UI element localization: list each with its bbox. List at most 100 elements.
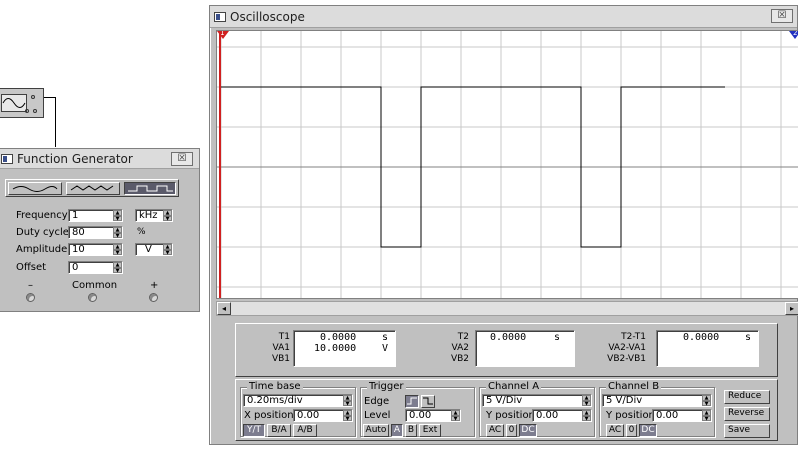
diff-readout: T2-T1 VA2-VA1 VB2-VB1 0.0000 s xyxy=(596,324,776,374)
sine-wave-icon xyxy=(12,186,58,192)
timebase-spinner[interactable]: ▲ ▼ xyxy=(343,395,352,406)
frequency-value: 1 xyxy=(72,210,79,221)
horizontal-scrollbar[interactable]: ◂ ▸ xyxy=(216,301,798,316)
scroll-left-button[interactable]: ◂ xyxy=(217,302,231,315)
trigger-a-button[interactable]: A xyxy=(391,424,403,437)
close-button[interactable]: ☒ xyxy=(771,9,793,23)
rising-edge-button[interactable] xyxy=(405,395,419,408)
channel-a-dc-button[interactable]: DC xyxy=(519,424,537,437)
level-spinner[interactable]: ▲ ▼ xyxy=(451,410,460,421)
channel-a-ypos-spinner[interactable]: ▲ ▼ xyxy=(582,410,591,421)
channel-a-scale-spinner[interactable]: ▲ ▼ xyxy=(582,395,591,406)
trigger-ext-button[interactable]: Ext xyxy=(419,424,441,437)
window-icon xyxy=(214,11,226,22)
channel-a-zero-label: 0 xyxy=(508,425,515,435)
channel-b-group: Channel B 5 V/Div ▲ ▼ Y position 0.00 ▲ ▼ … xyxy=(599,381,715,437)
channel-b-ac-button[interactable]: AC xyxy=(606,424,624,437)
terminal-common[interactable] xyxy=(88,293,97,302)
frequency-unit-select[interactable]: kHz ▲ ▼ xyxy=(135,209,173,222)
channel-b-ac-label: AC xyxy=(608,425,622,435)
frequency-unit-spinner[interactable]: ▲ ▼ xyxy=(163,210,172,221)
timebase-label: Time base xyxy=(247,381,303,392)
terminal-minus[interactable] xyxy=(26,293,35,302)
amplitude-unit-select[interactable]: V ▲ ▼ xyxy=(135,243,173,256)
offset-spinner[interactable]: ▲ ▼ xyxy=(113,262,122,273)
window-title: Function Generator xyxy=(17,151,133,166)
scope-screen[interactable]: 1 2 xyxy=(216,30,798,299)
offset-label: Offset xyxy=(16,262,47,273)
t1-time-unit: s xyxy=(382,332,389,343)
timebase-select[interactable]: 0.20ms/div ▲ ▼ xyxy=(243,394,353,407)
t2-readout: T2 VA2 VB2 0.0000 s xyxy=(416,324,596,374)
square-wave-button[interactable] xyxy=(124,182,176,195)
t2-t1-label: T2-T1 xyxy=(621,332,646,342)
va2-label: VA2 xyxy=(451,343,469,353)
channel-a-scale: 5 V/Div xyxy=(486,395,523,406)
save-label: Save xyxy=(728,425,751,435)
function-generator-symbol[interactable] xyxy=(0,88,44,118)
frequency-input[interactable]: 1 ▲ ▼ xyxy=(68,209,123,222)
channel-a-ypos-input[interactable]: 0.00 ▲ ▼ xyxy=(532,409,592,422)
va1-value: 10.0000 xyxy=(314,343,357,354)
mode-ba-button[interactable]: B/A xyxy=(267,424,291,437)
channel-b-ypos-spinner[interactable]: ▲ ▼ xyxy=(702,410,711,421)
sine-wave-button[interactable] xyxy=(8,182,62,195)
duty-cycle-input[interactable]: 80 ▲ ▼ xyxy=(68,226,123,239)
mode-ab-button[interactable]: A/B xyxy=(293,424,317,437)
rising-edge-icon xyxy=(407,397,417,405)
trigger-b-button[interactable]: B xyxy=(405,424,417,437)
channel-b-scale-spinner[interactable]: ▲ ▼ xyxy=(702,395,711,406)
mode-yt-button[interactable]: Y/T xyxy=(243,424,265,437)
duty-cycle-label: Duty cycle xyxy=(16,227,69,238)
t2-label: T2 xyxy=(457,332,469,342)
trigger-label: Trigger xyxy=(367,381,406,392)
terminal-plus-label: + xyxy=(150,280,159,291)
waveform-selector xyxy=(5,179,179,197)
amplitude-spinner[interactable]: ▲ ▼ xyxy=(113,244,122,255)
terminal-plus[interactable] xyxy=(149,293,158,302)
channel-b-zero-button[interactable]: 0 xyxy=(626,424,637,437)
scroll-right-button[interactable]: ▸ xyxy=(785,302,798,315)
t2-display: 0.0000 s xyxy=(475,330,575,367)
readout-panel: T1 VA1 VB1 0.0000 s 10.0000 V T2 VA2 VB2… xyxy=(235,323,778,377)
triangle-wave-button[interactable] xyxy=(66,182,120,195)
channel-a-label: Channel A xyxy=(486,381,542,392)
duty-cycle-spinner[interactable]: ▲ ▼ xyxy=(113,227,122,238)
channel-b-scale-select[interactable]: 5 V/Div ▲ ▼ xyxy=(602,394,712,407)
mode-yt-label: Y/T xyxy=(246,425,262,435)
save-button[interactable]: Save xyxy=(724,424,770,438)
channel-b-zero-label: 0 xyxy=(628,425,635,435)
trigger-auto-label: Auto xyxy=(365,425,387,435)
scope-plot xyxy=(217,31,798,298)
va1-label: VA1 xyxy=(272,343,290,353)
trigger-auto-button[interactable]: Auto xyxy=(363,424,389,437)
channel-b-dc-button[interactable]: DC xyxy=(639,424,657,437)
reduce-button[interactable]: Reduce xyxy=(724,390,770,404)
channel-a-zero-button[interactable]: 0 xyxy=(506,424,517,437)
channel-b-ypos-label: Y position xyxy=(606,410,655,421)
close-button[interactable]: ☒ xyxy=(171,152,193,166)
amplitude-input[interactable]: 10 ▲ ▼ xyxy=(68,243,123,256)
level-input[interactable]: 0.00 ▲ ▼ xyxy=(405,409,461,422)
offset-input[interactable]: 0 ▲ ▼ xyxy=(68,261,123,274)
channel-b-label: Channel B xyxy=(606,381,662,392)
channel-b-ypos-value: 0.00 xyxy=(656,410,679,421)
control-panel: Time base 0.20ms/div ▲ ▼ X position 0.00 … xyxy=(235,379,778,441)
amplitude-unit-spinner[interactable]: ▲ ▼ xyxy=(163,244,172,255)
channel-b-ypos-input[interactable]: 0.00 ▲ ▼ xyxy=(652,409,712,422)
channel-a-ypos-label: Y position xyxy=(486,410,535,421)
channel-a-ac-button[interactable]: AC xyxy=(486,424,504,437)
duty-cycle-unit: % xyxy=(137,227,146,237)
timebase-value: 0.20ms/div xyxy=(247,395,303,406)
cursor-2-label: 2 xyxy=(793,30,798,37)
channel-a-scale-select[interactable]: 5 V/Div ▲ ▼ xyxy=(482,394,592,407)
cursor-1-line[interactable] xyxy=(219,31,221,298)
frequency-spinner[interactable]: ▲ ▼ xyxy=(113,210,122,221)
falling-edge-button[interactable] xyxy=(421,395,435,408)
x-position-input[interactable]: 0.00 ▲ ▼ xyxy=(293,409,353,422)
duty-cycle-value: 80 xyxy=(72,227,85,238)
reverse-button[interactable]: Reverse xyxy=(724,407,770,421)
window-icon xyxy=(1,153,13,164)
offset-value: 0 xyxy=(72,262,79,273)
x-position-spinner[interactable]: ▲ ▼ xyxy=(343,410,352,421)
